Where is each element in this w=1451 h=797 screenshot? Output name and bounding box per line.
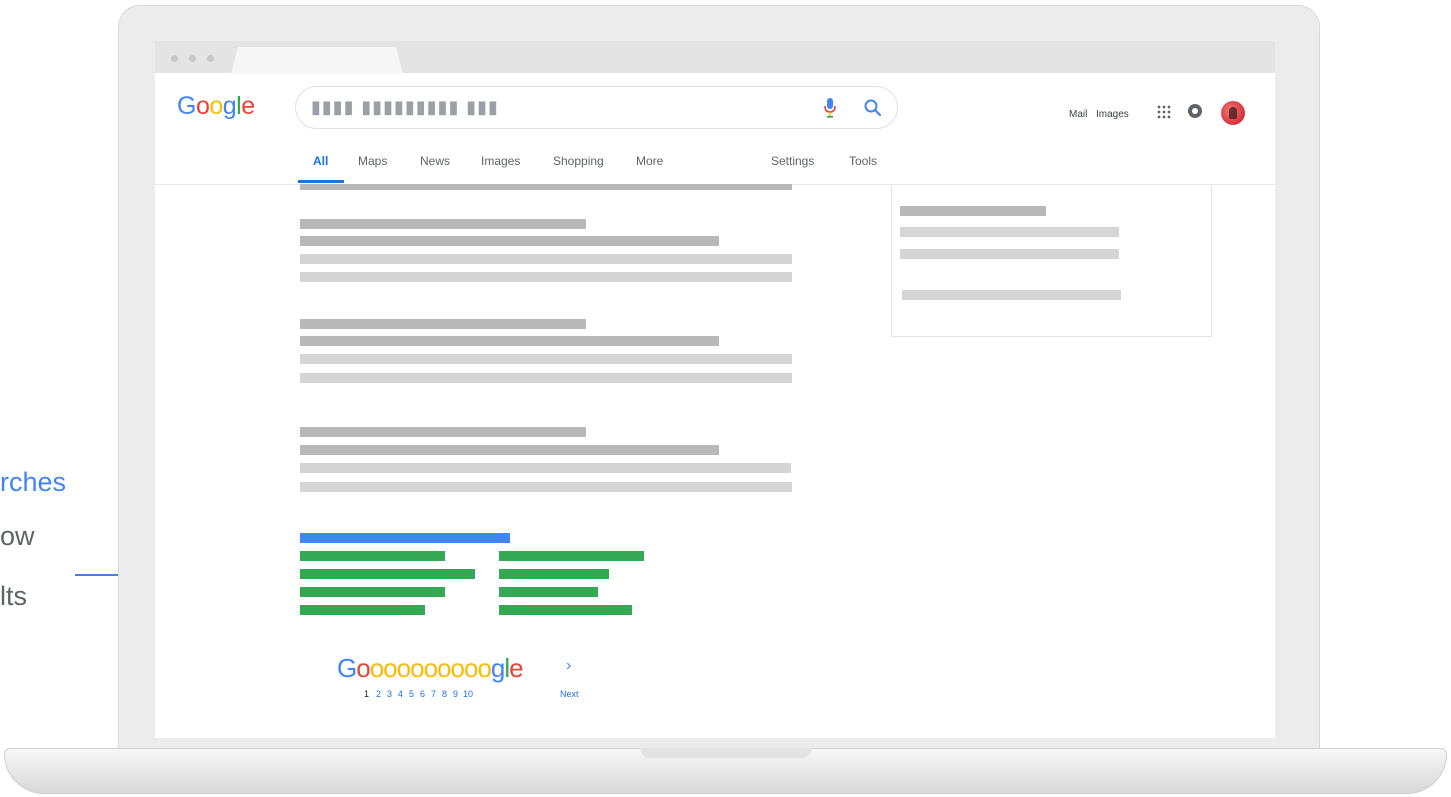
page-number-link[interactable]: 5 xyxy=(409,689,414,699)
active-tab-indicator xyxy=(298,180,344,183)
tab-tools[interactable]: Tools xyxy=(849,154,877,168)
search-query[interactable]: ▮▮▮▮ ▮▮▮▮▮▮▮▮▮ ▮▮▮ xyxy=(311,97,499,118)
logo-letter: o xyxy=(209,92,223,120)
pager-letter: g xyxy=(490,653,506,683)
pager-letter: G xyxy=(337,653,357,683)
related-search-link[interactable] xyxy=(499,569,609,579)
result-snippet-placeholder xyxy=(300,354,792,364)
result-snippet-placeholder xyxy=(300,463,791,473)
page-number-current: 1 xyxy=(364,689,370,699)
images-link[interactable]: Images xyxy=(1096,109,1129,120)
knowledge-panel-line-placeholder xyxy=(900,227,1119,237)
result-title-placeholder[interactable] xyxy=(300,427,586,437)
page-number-link[interactable]: 2 xyxy=(376,689,381,699)
result-url-placeholder xyxy=(300,236,719,246)
pager-letter: o xyxy=(396,653,412,683)
result-url-placeholder xyxy=(300,445,719,455)
page-number-link[interactable]: 7 xyxy=(431,689,436,699)
page-number-link[interactable]: 4 xyxy=(398,689,403,699)
mail-link[interactable]: Mail xyxy=(1069,109,1087,120)
tab-news[interactable]: News xyxy=(420,154,450,168)
result-snippet-placeholder xyxy=(300,184,792,190)
related-search-link[interactable] xyxy=(300,569,475,579)
window-close-dot[interactable] xyxy=(171,55,178,62)
search-icon[interactable] xyxy=(863,98,883,118)
callout-text-line-3: lts xyxy=(0,581,27,611)
logo-letter: e xyxy=(241,92,255,120)
account-avatar[interactable] xyxy=(1221,101,1245,125)
browser-tab[interactable] xyxy=(231,47,403,74)
callout-text-line-1: rches xyxy=(0,467,67,497)
logo-letter: G xyxy=(177,92,196,120)
pager-letter: o xyxy=(437,653,452,683)
laptop-notch xyxy=(640,748,812,758)
window-minimize-dot[interactable] xyxy=(189,55,196,62)
knowledge-panel-line-placeholder xyxy=(902,290,1121,300)
google-logo[interactable]: Google xyxy=(177,92,255,121)
result-snippet-placeholder xyxy=(300,482,792,492)
search-box[interactable]: ▮▮▮▮ ▮▮▮▮▮▮▮▮▮ ▮▮▮ xyxy=(295,86,898,129)
tab-maps[interactable]: Maps xyxy=(358,154,387,168)
callout-text-line-2: ow xyxy=(0,521,35,551)
pagination-logo: Goooooooooogle xyxy=(337,653,524,684)
tab-shopping[interactable]: Shopping xyxy=(553,154,604,168)
pager-letter: o xyxy=(450,653,466,683)
notifications-icon[interactable] xyxy=(1188,104,1202,118)
knowledge-panel-title-placeholder xyxy=(900,206,1046,216)
related-search-link[interactable] xyxy=(499,587,598,597)
microphone-icon[interactable] xyxy=(823,97,837,119)
knowledge-panel-line-placeholder xyxy=(900,249,1119,259)
tab-images[interactable]: Images xyxy=(481,154,520,168)
pager-letter: o xyxy=(383,653,398,683)
result-snippet-placeholder xyxy=(300,272,792,282)
related-search-link[interactable] xyxy=(499,551,644,561)
pager-letter: o xyxy=(423,653,439,683)
page-number-link[interactable]: 8 xyxy=(442,689,447,699)
next-page-arrow-icon[interactable]: › xyxy=(566,657,571,675)
logo-letter: g xyxy=(222,92,237,120)
related-search-link[interactable] xyxy=(499,605,632,615)
result-title-placeholder[interactable] xyxy=(300,319,586,329)
tab-settings[interactable]: Settings xyxy=(771,154,814,168)
logo-letter: o xyxy=(195,92,210,120)
related-search-link[interactable] xyxy=(300,587,445,597)
pager-letter: o xyxy=(463,653,479,683)
tab-all[interactable]: All xyxy=(313,154,328,168)
page-number-link[interactable]: 9 xyxy=(453,689,458,699)
result-snippet-placeholder xyxy=(300,373,792,383)
result-url-placeholder xyxy=(300,336,719,346)
pager-letter: o xyxy=(369,653,385,683)
page-number-link[interactable]: 3 xyxy=(387,689,392,699)
pager-letter: o xyxy=(356,653,371,683)
pager-letter: o xyxy=(477,653,492,683)
related-searches-heading-placeholder xyxy=(300,533,510,543)
result-title-placeholder[interactable] xyxy=(300,219,586,229)
pager-letter: o xyxy=(410,653,425,683)
apps-grid-icon[interactable] xyxy=(1157,105,1171,119)
page-number-link[interactable]: 6 xyxy=(420,689,425,699)
related-search-link[interactable] xyxy=(300,605,425,615)
window-zoom-dot[interactable] xyxy=(207,55,214,62)
related-search-link[interactable] xyxy=(300,551,445,561)
pager-letter: e xyxy=(509,653,524,683)
browser-titlebar xyxy=(155,41,1275,74)
result-snippet-placeholder xyxy=(300,254,792,264)
next-page-link[interactable]: Next xyxy=(560,689,579,699)
browser-screen: Google ▮▮▮▮ ▮▮▮▮▮▮▮▮▮ ▮▮▮ Mail Images Al… xyxy=(155,41,1275,738)
page-number-link[interactable]: 10 xyxy=(463,689,473,699)
tab-more[interactable]: More xyxy=(636,154,663,168)
